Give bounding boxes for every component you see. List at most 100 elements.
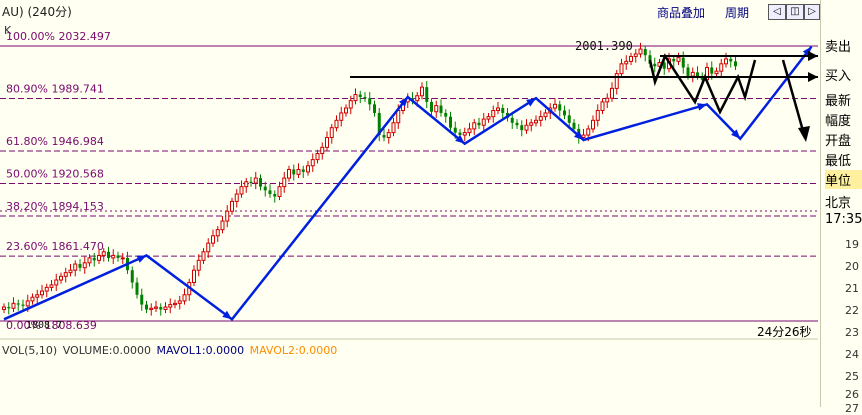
candle-body <box>111 254 116 259</box>
candle-body <box>73 263 78 271</box>
candle-body <box>159 307 163 310</box>
candle-body <box>149 307 154 311</box>
candle-body <box>553 103 557 109</box>
candle-body <box>68 269 73 274</box>
time-tick: 21 <box>845 282 859 295</box>
low-annotation: 1808.7 <box>26 320 62 331</box>
candle-body <box>605 97 610 103</box>
unit-label: 单位 <box>825 170 862 189</box>
candle-body <box>538 116 543 121</box>
fib-label: 80.90% 1989.741 <box>6 83 104 96</box>
candle-body <box>215 229 220 237</box>
candle-body <box>391 122 396 134</box>
candle-body <box>140 294 144 305</box>
time-tick: 20 <box>845 260 859 273</box>
candle-body <box>196 259 201 271</box>
candle-body <box>329 127 334 139</box>
candle-body <box>510 117 514 123</box>
candle-body <box>563 110 566 116</box>
fib-label: 100.00% 2032.497 <box>6 30 111 43</box>
candle-body <box>363 96 367 99</box>
candle-body <box>21 304 25 306</box>
fib-label: 50.00% 1920.568 <box>6 168 104 181</box>
candle-body <box>273 194 277 197</box>
candle-body <box>211 235 215 244</box>
candle-body <box>25 300 30 307</box>
candle-body <box>696 72 699 77</box>
trend-path <box>3 45 813 322</box>
candle-body <box>467 128 472 134</box>
candle-body <box>259 178 262 187</box>
candle-body <box>78 264 82 268</box>
candle-body <box>348 100 353 109</box>
candle-body <box>610 87 614 99</box>
candle-body <box>501 108 505 113</box>
candle-body <box>600 101 605 111</box>
candle-body <box>643 49 647 56</box>
beijing-label: 北京 <box>825 196 852 211</box>
candle-body <box>277 186 282 197</box>
top-arrow <box>808 51 818 61</box>
candle-body <box>734 61 737 67</box>
candle-body <box>11 302 16 309</box>
candle-body <box>491 109 496 118</box>
candle-body <box>35 294 40 298</box>
candle-body <box>453 127 457 133</box>
vol-label: VOL(5,10) <box>2 344 58 357</box>
candle-body <box>168 304 173 308</box>
candle-body <box>444 112 448 117</box>
candle-body <box>520 125 524 131</box>
candle-body <box>87 257 92 264</box>
candle-body <box>59 275 63 281</box>
candle-body <box>306 165 310 173</box>
time-tick: 23 <box>845 326 859 339</box>
candle-body <box>301 169 305 172</box>
candle-body <box>239 186 244 195</box>
candle-body <box>154 306 158 309</box>
candle-body <box>614 73 619 89</box>
candle-body <box>481 118 486 126</box>
candle-body <box>192 269 196 283</box>
candle-body <box>44 286 49 292</box>
candle-body <box>263 186 267 191</box>
fib-label: 61.80% 1946.984 <box>6 135 104 148</box>
candle-body <box>529 122 534 126</box>
countdown-timer: 24分26秒 <box>757 325 812 339</box>
candle-body <box>624 60 629 65</box>
candle-body <box>287 168 291 179</box>
candle-body <box>49 284 54 288</box>
candle-body <box>676 57 681 62</box>
candle-body <box>282 177 287 188</box>
candle-body <box>458 132 462 136</box>
candle-body <box>92 257 96 261</box>
candle-body <box>638 48 643 55</box>
time-tick: 25 <box>845 370 859 383</box>
trend-arrowhead <box>697 103 707 111</box>
candle-body <box>201 251 206 261</box>
candle-body <box>449 116 452 128</box>
quote-sidebar: 卖出 买入 最新 幅度 开盘 最低 单位 北京 17:35 19 20 21 2… <box>820 0 862 415</box>
down-arrowhead <box>798 126 810 142</box>
latest-label: 最新 <box>825 94 852 109</box>
candle-body <box>373 104 376 113</box>
candle-body <box>543 112 548 118</box>
candle-body <box>353 94 358 102</box>
candle-body <box>230 200 234 212</box>
candle-body <box>101 251 106 256</box>
candle-body <box>462 132 467 136</box>
candle-body <box>619 63 624 75</box>
candle-body <box>163 306 168 311</box>
candle-body <box>633 53 638 57</box>
candle-body <box>368 98 372 105</box>
mavol1-value: MAVOL1:0.0000 <box>156 344 245 357</box>
candle-body <box>296 168 301 175</box>
candle-body <box>534 119 538 124</box>
candle-body <box>415 95 420 102</box>
candle-body <box>430 101 433 112</box>
sell-label: 卖出 <box>825 40 852 55</box>
candle-body <box>477 122 481 126</box>
candle-body <box>7 307 11 309</box>
candle-body <box>386 132 391 139</box>
candle-body <box>249 181 253 183</box>
candle-body <box>382 135 386 138</box>
